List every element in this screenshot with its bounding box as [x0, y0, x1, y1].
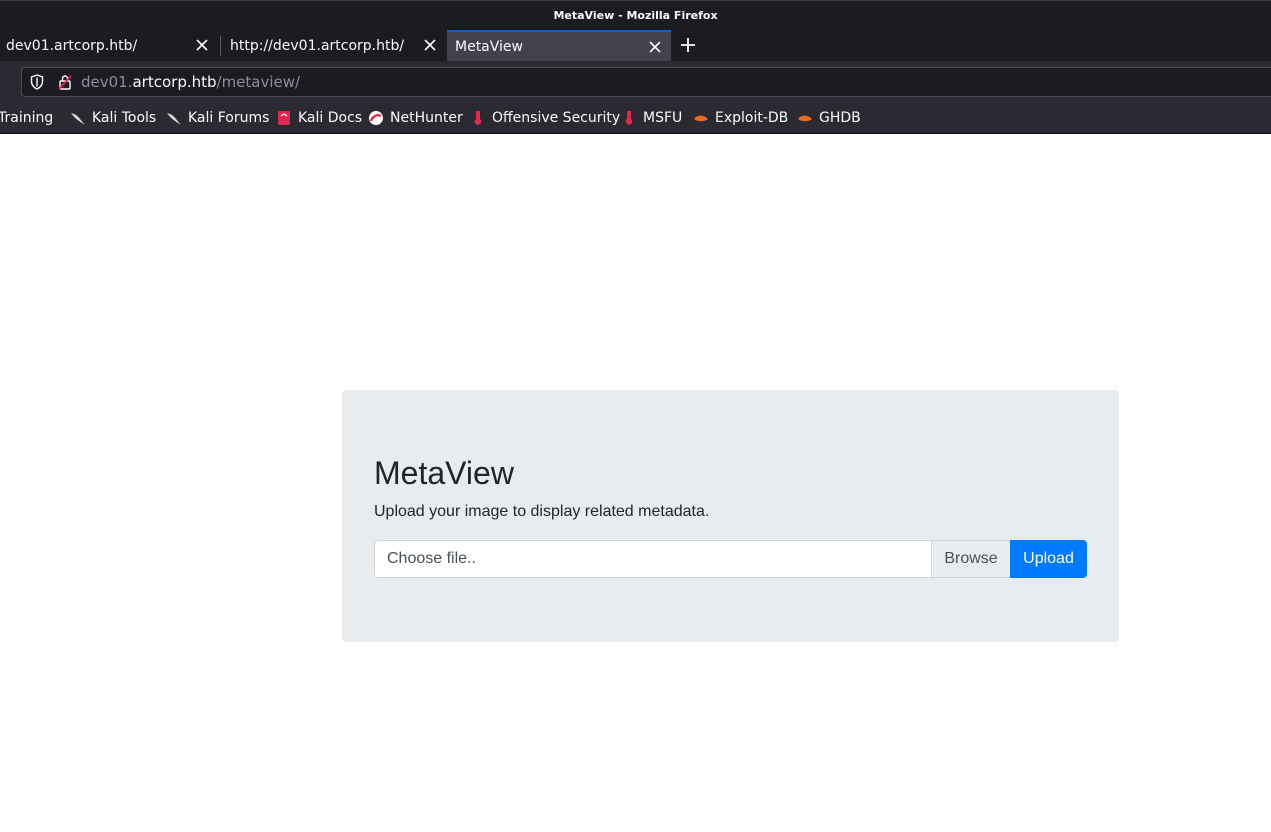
tab-title: dev01.artcorp.htb/	[6, 37, 138, 54]
tab-separator	[220, 36, 221, 56]
url-path: /metaview/	[216, 73, 301, 91]
plus-icon	[681, 38, 695, 52]
kali-docs-icon	[276, 110, 292, 126]
bookmark-label: Training	[0, 110, 54, 126]
kali-dragon-icon	[166, 110, 182, 126]
bookmark-nethunter[interactable]: NetHunter	[368, 108, 463, 128]
page-description: Upload your image to display related met…	[374, 503, 710, 520]
shield-icon[interactable]	[30, 74, 44, 94]
tab-metaview[interactable]: MetaView	[447, 30, 671, 61]
tab-strip: dev01.artcorp.htb/ http://dev01.artcorp.…	[0, 30, 1271, 61]
page-title: MetaView	[374, 455, 514, 491]
bookmark-label: NetHunter	[390, 110, 463, 126]
bookmark-offensive-security[interactable]: Offensive Security	[470, 108, 620, 128]
tab-dev01[interactable]: dev01.artcorp.htb/	[0, 30, 218, 61]
file-upload-group: Choose file.. Browse Upload	[374, 540, 1087, 578]
url-host-prefix: dev01.	[81, 73, 133, 91]
tab-title: http://dev01.artcorp.htb/	[230, 37, 405, 54]
exploitdb-icon	[797, 110, 813, 126]
bookmark-label: GHDB	[819, 110, 861, 126]
nethunter-icon	[368, 110, 384, 126]
bookmark-label: Kali Tools	[92, 110, 157, 126]
url-bar[interactable]: dev01.artcorp.htb/metaview/	[21, 67, 1271, 97]
insecure-lock-icon[interactable]	[58, 74, 72, 94]
bookmark-label: Offensive Security	[492, 110, 621, 126]
new-tab-button[interactable]	[678, 35, 698, 55]
bookmark-kali-tools[interactable]: Kali Tools	[70, 108, 156, 128]
upload-button[interactable]: Upload	[1010, 540, 1087, 578]
bookmark-exploit-db[interactable]: Exploit-DB	[693, 108, 788, 128]
bookmark-kali-forums[interactable]: Kali Forums	[166, 108, 269, 128]
bookmark-kali-docs[interactable]: Kali Docs	[276, 108, 362, 128]
browse-button[interactable]: Browse	[931, 540, 1011, 578]
tab-dev01-http[interactable]: http://dev01.artcorp.htb/	[224, 30, 446, 61]
url-host: artcorp.htb	[132, 73, 217, 91]
close-tab-icon[interactable]	[422, 37, 438, 53]
bookmark-label: Kali Forums	[188, 110, 270, 126]
close-tab-icon[interactable]	[194, 37, 210, 53]
upload-panel: MetaView Upload your image to display re…	[342, 390, 1119, 642]
window-titlebar: MetaView - Mozilla Firefox	[0, 0, 1271, 30]
window-title: MetaView - Mozilla Firefox	[553, 9, 718, 22]
offsec-icon	[470, 110, 486, 126]
bookmark-label: MSFU	[643, 110, 683, 126]
bookmark-ghdb[interactable]: GHDB	[797, 108, 861, 128]
url-text[interactable]: dev01.artcorp.htb/metaview/	[81, 73, 300, 91]
tab-title: MetaView	[455, 38, 523, 55]
bookmark-msfu[interactable]: MSFU	[621, 108, 682, 128]
bookmark-label: Kali Docs	[298, 110, 363, 126]
navigation-bar: dev01.artcorp.htb/metaview/	[0, 61, 1271, 102]
bookmark-label: Exploit-DB	[715, 110, 789, 126]
bookmark-training[interactable]: Training	[0, 108, 53, 128]
file-input[interactable]: Choose file..	[374, 540, 932, 578]
bookmarks-toolbar: Training Kali Tools Kali Forums Kali Doc…	[0, 102, 1271, 134]
kali-dragon-icon	[70, 110, 86, 126]
exploitdb-icon	[693, 110, 709, 126]
close-tab-icon[interactable]	[647, 39, 663, 55]
offsec-icon	[621, 110, 637, 126]
